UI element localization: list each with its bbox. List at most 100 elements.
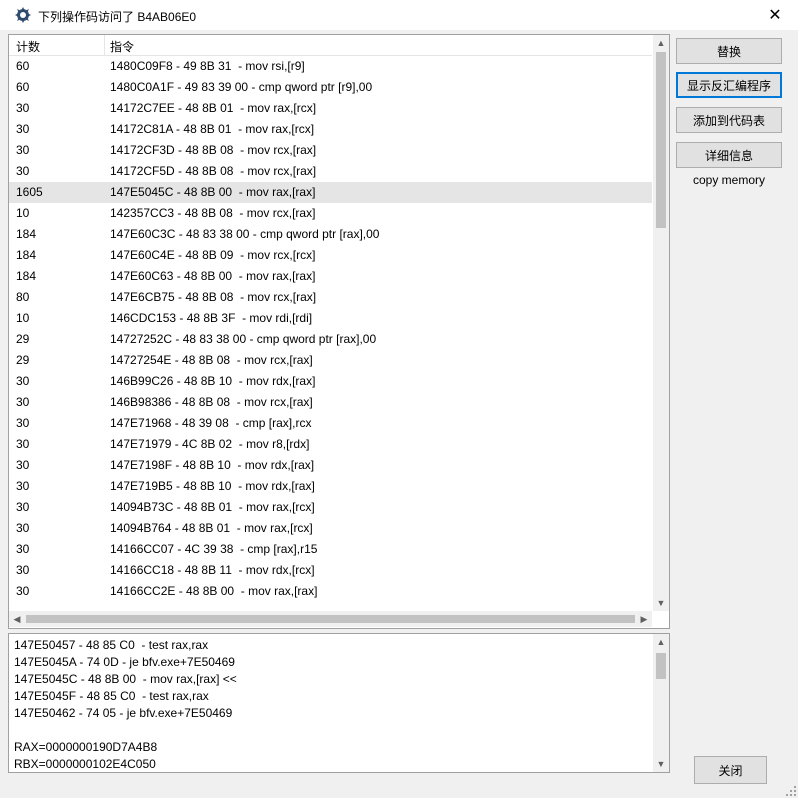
- disasm-line: 147E5045A - 74 0D - je bfv.exe+7E50469: [14, 655, 235, 669]
- table-row[interactable]: 30 14172C81A - 48 8B 01 - mov rax,[rcx]: [9, 119, 652, 140]
- close-button[interactable]: 关闭: [694, 756, 767, 784]
- table-row[interactable]: 30 14166CC18 - 48 8B 11 - mov rdx,[rcx]: [9, 560, 652, 581]
- close-icon[interactable]: ✕: [752, 0, 798, 30]
- row-count: 30: [16, 416, 30, 430]
- row-count: 30: [16, 122, 30, 136]
- row-instruction: 14094B764 - 48 8B 01 - mov rax,[rcx]: [110, 521, 313, 535]
- row-instruction: 147E60C3C - 48 83 38 00 - cmp qword ptr …: [110, 227, 380, 241]
- row-instruction: 14172CF3D - 48 8B 08 - mov rcx,[rax]: [110, 143, 317, 157]
- table-row[interactable]: 29 14727254E - 48 8B 08 - mov rcx,[rax]: [9, 350, 652, 371]
- disasm-vertical-thumb[interactable]: [656, 653, 666, 679]
- row-count: 184: [16, 248, 37, 262]
- arrow-left-icon[interactable]: ◀: [9, 611, 25, 627]
- replace-button[interactable]: 替换: [676, 38, 782, 64]
- row-instruction: 147E719B5 - 48 8B 10 - mov rdx,[rax]: [110, 479, 315, 493]
- table-row[interactable]: 60 1480C0A1F - 49 83 39 00 - cmp qword pt…: [9, 77, 652, 98]
- table-row[interactable]: 60 1480C09F8 - 49 8B 31 - mov rsi,[r9]: [9, 56, 652, 77]
- row-count: 10: [16, 206, 30, 220]
- table-row[interactable]: 80 147E6CB75 - 48 8B 08 - mov rcx,[rax]: [9, 287, 652, 308]
- disasm-line: 147E5045F - 48 85 C0 - test rax,rax: [14, 689, 209, 703]
- row-count: 10: [16, 311, 30, 325]
- row-instruction: 146B99C26 - 48 8B 10 - mov rdx,[rax]: [110, 374, 316, 388]
- row-instruction: 14166CC07 - 4C 39 38 - cmp [rax],r15: [110, 542, 318, 556]
- disassembly-lines: 147E50457 - 48 85 C0 - test rax,rax 147E5…: [14, 637, 237, 772]
- row-count: 30: [16, 143, 30, 157]
- table-row[interactable]: 30 146B98386 - 48 8B 08 - mov rcx,[rax]: [9, 392, 652, 413]
- column-separator: [104, 35, 105, 55]
- table-row[interactable]: 30 14166CC07 - 4C 39 38 - cmp [rax],r15: [9, 539, 652, 560]
- table-row[interactable]: 30 147E7198F - 48 8B 10 - mov rdx,[rax]: [9, 455, 652, 476]
- arrow-up-icon[interactable]: ▲: [653, 35, 669, 51]
- row-count: 29: [16, 332, 30, 346]
- disasm-line: 147E50457 - 48 85 C0 - test rax,rax: [14, 638, 209, 652]
- arrow-right-icon[interactable]: ▶: [636, 611, 652, 627]
- arrow-up-icon[interactable]: ▲: [653, 634, 669, 650]
- table-row[interactable]: 184 147E60C4E - 48 8B 09 - mov rcx,[rcx]: [9, 245, 652, 266]
- resize-grip-icon[interactable]: [786, 786, 796, 796]
- table-row[interactable]: 30 147E719B5 - 48 8B 10 - mov rdx,[rax]: [9, 476, 652, 497]
- row-count: 60: [16, 80, 30, 94]
- add-to-codelist-button[interactable]: 添加到代码表: [676, 107, 782, 133]
- table-row[interactable]: 184 147E60C63 - 48 8B 00 - mov rax,[rax]: [9, 266, 652, 287]
- table-row[interactable]: 30 14166CC2E - 48 8B 00 - mov rax,[rax]: [9, 581, 652, 602]
- column-header-count[interactable]: 计数: [16, 38, 40, 55]
- cheat-engine-icon: [15, 7, 31, 23]
- title-bar[interactable]: 下列操作码访问了 B4AB06E0 ✕: [0, 0, 798, 30]
- row-count: 30: [16, 437, 30, 451]
- row-instruction: 147E71979 - 4C 8B 02 - mov r8,[rdx]: [110, 437, 310, 451]
- row-count: 30: [16, 164, 30, 178]
- row-instruction: 14166CC18 - 48 8B 11 - mov rdx,[rcx]: [110, 563, 315, 577]
- list-vertical-thumb[interactable]: [656, 52, 666, 228]
- table-row[interactable]: 30 147E71979 - 4C 8B 02 - mov r8,[rdx]: [9, 434, 652, 455]
- row-count: 30: [16, 500, 30, 514]
- instruction-list[interactable]: 计数 指令 60 1480C09F8 - 49 8B 31 - mov rsi,[…: [8, 34, 670, 629]
- table-row[interactable]: 30 14172C7EE - 48 8B 01 - mov rax,[rcx]: [9, 98, 652, 119]
- table-row[interactable]: 30 14172CF3D - 48 8B 08 - mov rcx,[rax]: [9, 140, 652, 161]
- row-instruction: 14727252C - 48 83 38 00 - cmp qword ptr …: [110, 332, 377, 346]
- row-instruction: 14094B73C - 48 8B 01 - mov rax,[rcx]: [110, 500, 315, 514]
- list-header: 计数 指令: [9, 35, 652, 56]
- splitter-grip[interactable]: [320, 629, 356, 640]
- table-row[interactable]: 10 146CDC153 - 48 8B 3F - mov rdi,[rdi]: [9, 308, 652, 329]
- row-count: 184: [16, 227, 37, 241]
- show-disassembler-button[interactable]: 显示反汇编程序: [676, 72, 782, 98]
- arrow-down-icon[interactable]: ▼: [653, 595, 669, 611]
- row-count: 30: [16, 521, 30, 535]
- row-count: 30: [16, 479, 30, 493]
- list-vertical-scrollbar[interactable]: ▲ ▼: [653, 35, 669, 611]
- row-count: 30: [16, 542, 30, 556]
- more-info-button[interactable]: 详细信息: [676, 142, 782, 168]
- list-horizontal-scrollbar[interactable]: ◀ ▶: [9, 611, 652, 627]
- window-title: 下列操作码访问了 B4AB06E0: [38, 10, 197, 24]
- table-row[interactable]: 184 147E60C3C - 48 83 38 00 - cmp qword p…: [9, 224, 652, 245]
- table-row[interactable]: 1605 147E5045C - 48 8B 00 - mov rax,[rax]: [9, 182, 652, 203]
- row-count: 30: [16, 458, 30, 472]
- table-row[interactable]: 30 14172CF5D - 48 8B 08 - mov rcx,[rax]: [9, 161, 652, 182]
- disasm-vertical-scrollbar[interactable]: ▲ ▼: [653, 634, 669, 772]
- row-instruction: 14166CC2E - 48 8B 00 - mov rax,[rax]: [110, 584, 318, 598]
- disassembly-view[interactable]: 147E50457 - 48 85 C0 - test rax,rax 147E5…: [8, 633, 670, 773]
- row-instruction: 1480C0A1F - 49 83 39 00 - cmp qword ptr …: [110, 80, 373, 94]
- main-window: 下列操作码访问了 B4AB06E0 ✕ 计数 指令 60 1480C09F8 - …: [0, 0, 798, 798]
- row-count: 30: [16, 563, 30, 577]
- list-horizontal-thumb[interactable]: [26, 615, 635, 623]
- column-header-instruction[interactable]: 指令: [110, 38, 134, 55]
- table-row[interactable]: 30 14094B764 - 48 8B 01 - mov rax,[rcx]: [9, 518, 652, 539]
- table-row[interactable]: 30 146B99C26 - 48 8B 10 - mov rdx,[rax]: [9, 371, 652, 392]
- table-row[interactable]: 30 147E71968 - 48 39 08 - cmp [rax],rcx: [9, 413, 652, 434]
- row-count: 60: [16, 59, 30, 73]
- disasm-line: 147E50462 - 74 05 - je bfv.exe+7E50469: [14, 706, 233, 720]
- row-instruction: 14727254E - 48 8B 08 - mov rcx,[rax]: [110, 353, 313, 367]
- row-count: 30: [16, 101, 30, 115]
- table-row[interactable]: 30 14094B73C - 48 8B 01 - mov rax,[rcx]: [9, 497, 652, 518]
- arrow-down-icon[interactable]: ▼: [653, 756, 669, 772]
- copy-memory-label[interactable]: copy memory: [676, 173, 782, 187]
- row-instruction: 14172C81A - 48 8B 01 - mov rax,[rcx]: [110, 122, 315, 136]
- table-row[interactable]: 10 142357CC3 - 48 8B 08 - mov rcx,[rax]: [9, 203, 652, 224]
- disasm-line: RBX=0000000102E4C050: [14, 757, 156, 771]
- row-count: 1605: [16, 185, 43, 199]
- row-instruction: 1480C09F8 - 49 8B 31 - mov rsi,[r9]: [110, 59, 305, 73]
- table-row[interactable]: 29 14727252C - 48 83 38 00 - cmp qword pt…: [9, 329, 652, 350]
- row-count: 30: [16, 374, 30, 388]
- row-count: 184: [16, 269, 37, 283]
